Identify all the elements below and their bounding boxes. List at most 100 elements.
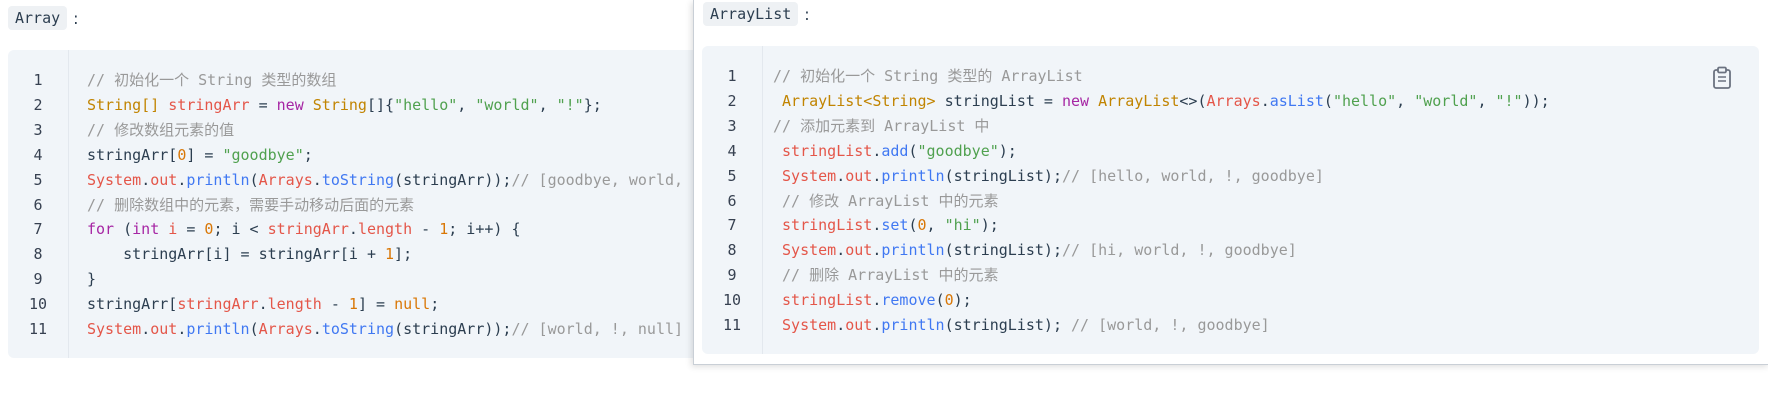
code-token: <>( [1179,91,1207,110]
code-token: 1 [385,245,395,264]
line-number: 5 [33,170,43,189]
code-token: ); [998,141,1017,160]
code-token: } [87,270,97,289]
code-token: String[] [87,95,160,114]
code-token: . [348,220,358,239]
code-token: 0 [944,291,954,310]
code-line: stringList.add("goodbye"); [773,137,1017,165]
code-line: for (int i = 0; i < stringArr.length - 1… [87,215,521,243]
code-token: ( [908,141,918,160]
code-token: stringArr [177,295,259,314]
line-number: 2 [33,95,43,114]
code-token: add [881,141,909,160]
code-token: System [782,166,837,185]
code-token: }; [583,95,602,114]
code-token: - [321,295,349,314]
code-token: remove [881,291,936,310]
line-number: 8 [33,245,43,264]
code-token: stringArr [168,95,250,114]
code-token: , [926,216,945,235]
code-line: // 修改 ArrayList 中的元素 [773,187,998,215]
code-token: . [141,320,151,338]
arraylist-code-block: 1 2 3 4 5 6 7 8 9 10 11 // 初始化一个 String 类型的 ArrayLi… [702,46,1759,354]
clipboard-icon [1713,66,1731,89]
code-token: "world" [475,95,539,114]
code-token: Arrays [258,320,313,338]
code-token: ; [303,145,313,164]
code-token: stringArr[ [87,145,178,164]
code-line: System.out.println(stringList);// [hi, w… [773,236,1297,264]
code-token: . [836,316,846,334]
code-token: // [world, !, null] [511,320,684,338]
code-token: // 修改 ArrayList 中的元素 [773,191,999,210]
line-number: 4 [33,145,43,164]
code-token: toString [321,170,395,189]
code-token: println [186,170,250,189]
code-line: // 删除 ArrayList 中的元素 [773,261,998,289]
line-number: 7 [33,220,43,239]
code-token: "!" [556,95,584,114]
line-number: 3 [33,120,43,139]
code-line: stringList.set(0, "hi"); [773,211,999,239]
line-number: 5 [727,166,737,185]
line-number: 1 [727,67,737,85]
code-token: stringList [782,291,873,310]
code-token: , [1477,91,1496,110]
line-number: 11 [28,320,48,338]
code-token: . [836,166,846,185]
code-token: new [276,95,304,114]
code-line: // 初始化一个 String 类型的数组 [87,66,336,94]
code-token: out [150,320,178,338]
code-token: stringList [782,216,873,235]
code-token: String [312,95,367,114]
code-line: } [87,265,96,293]
code-token: Arrays [258,170,313,189]
code-token: null [394,295,431,314]
code-token: . [312,170,322,189]
code-token: stringArr[ [87,295,178,314]
code-token: ( [249,320,259,338]
arraylist-label: ArrayList [703,2,799,26]
code-token: ); [953,291,972,310]
line-number: 1 [33,71,43,89]
array-label-row: Array : [8,6,79,30]
code-token: ; [430,295,440,314]
code-token: println [881,166,945,185]
code-token: "goodbye" [917,141,999,160]
code-line: System.out.println(stringList); // [worl… [773,311,1270,339]
code-token: int [132,220,160,239]
code-token: "!" [1495,91,1523,110]
code-token: "hello" [394,95,458,114]
code-line: stringArr[stringArr.length - 1] = null; [87,290,439,318]
code-token: ] = [186,145,223,164]
code-token: // [world, !, goodbye] [1071,316,1270,334]
copy-button[interactable] [1711,66,1733,90]
code-line: // 初始化一个 String 类型的 ArrayList [773,62,1083,90]
code-token: println [881,241,945,260]
code-token: , [1396,91,1415,110]
line-number: 10 [28,295,48,314]
code-token: // 初始化一个 String 类型的数组 [87,71,337,89]
code-token: "hello" [1332,91,1397,110]
code-token: ]; [394,245,413,264]
code-token: println [881,316,945,334]
code-token: Arrays [1206,91,1261,110]
line-number: 4 [727,141,737,160]
code-token: - [412,220,440,239]
code-token: set [881,216,909,235]
arraylist-label-colon: : [804,4,810,24]
line-number: 7 [727,216,737,235]
code-token: []{ [366,95,395,114]
code-token: stringList [782,141,873,160]
line-number: 8 [727,241,737,260]
code-token: = [249,95,277,114]
code-token: 0 [917,216,927,235]
